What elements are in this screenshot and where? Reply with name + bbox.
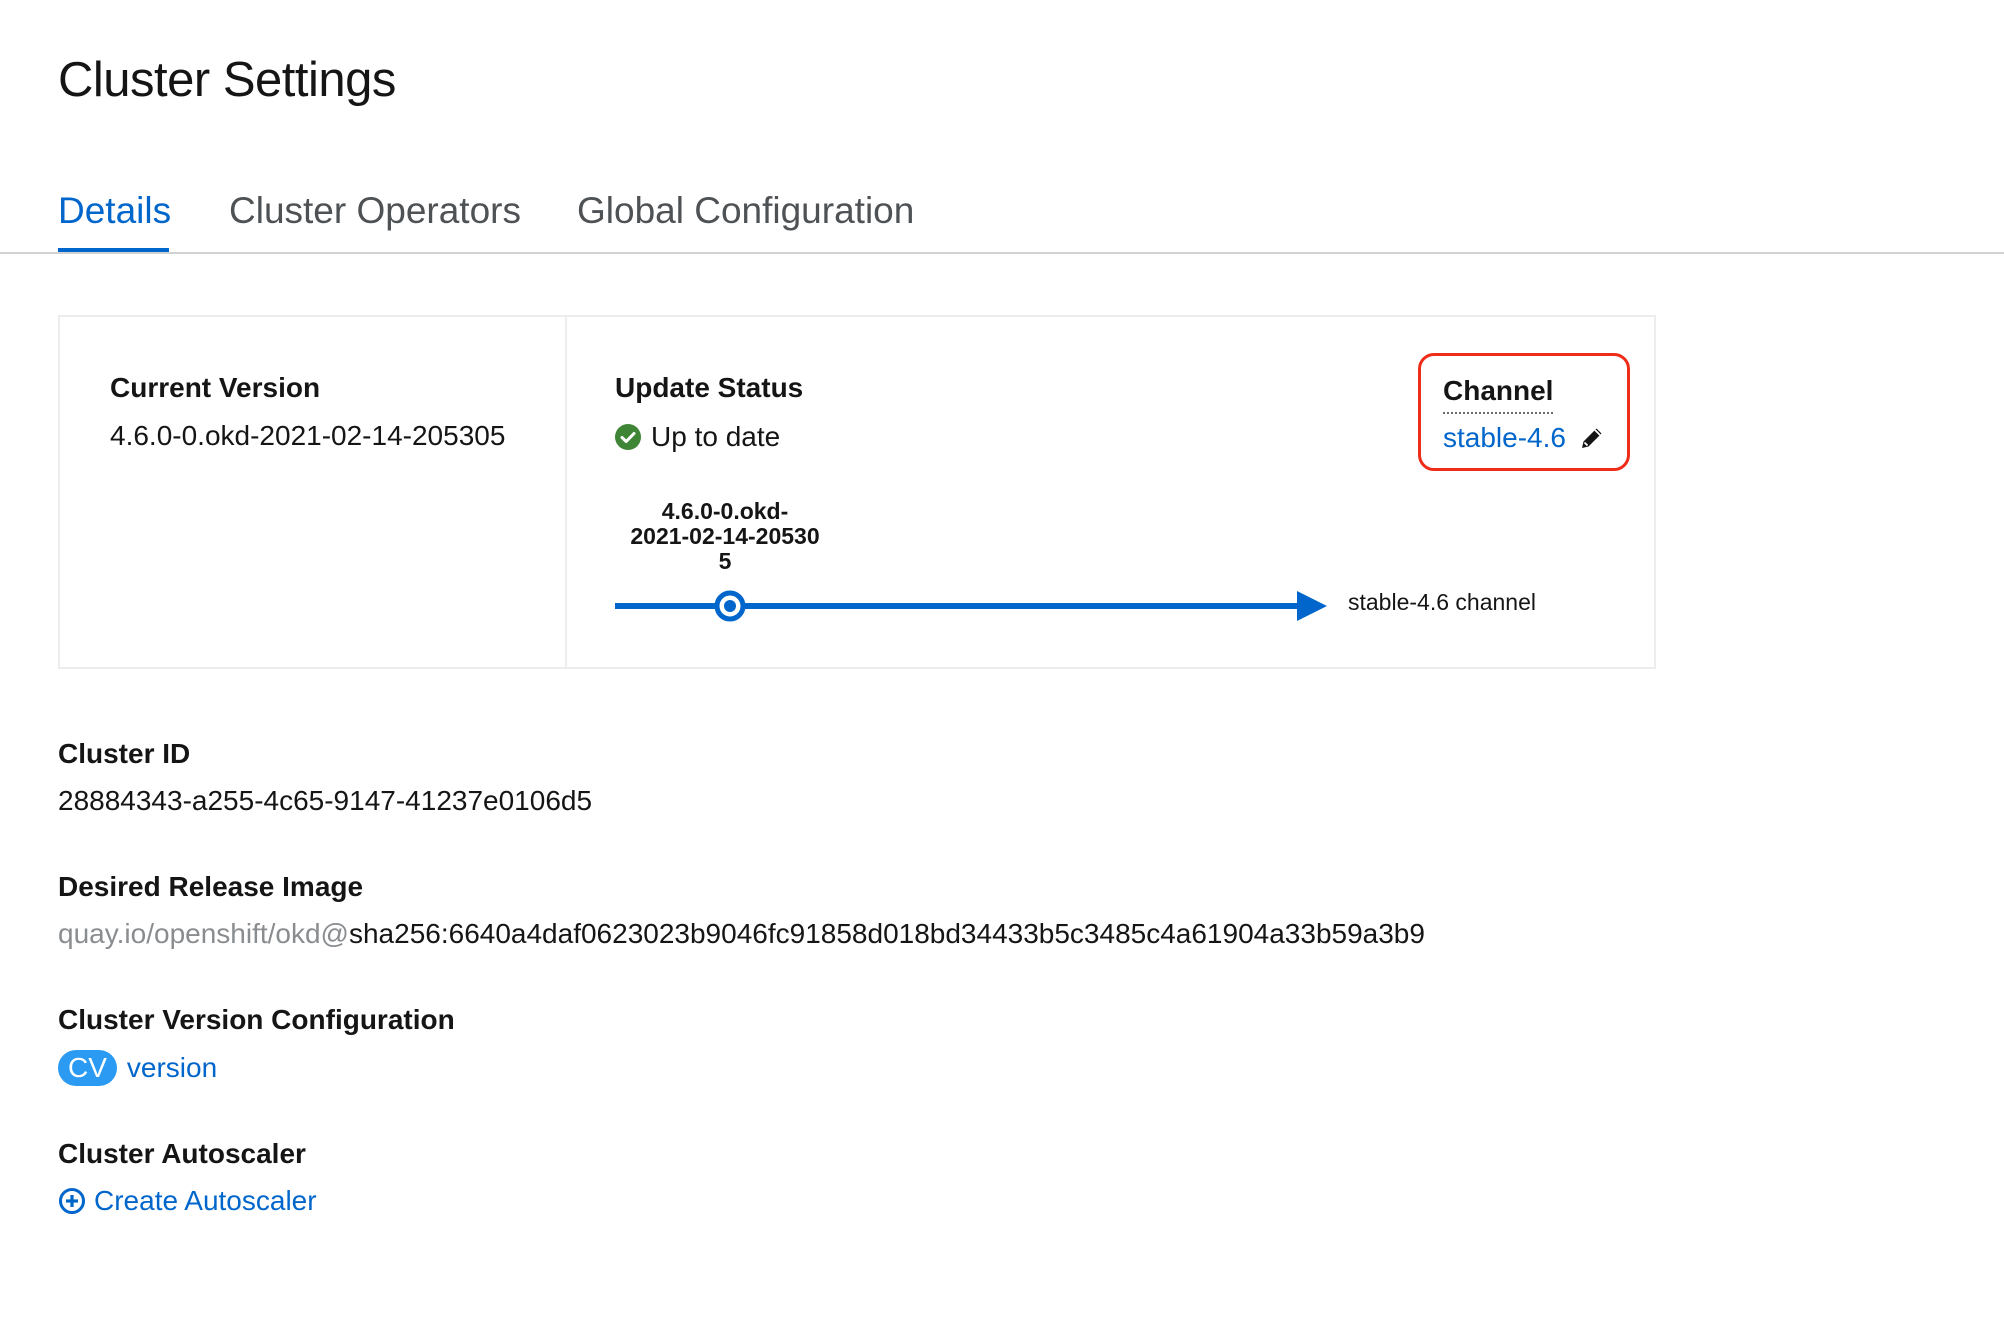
cv-config-label: Cluster Version Configuration: [58, 1004, 455, 1035]
plus-circle-icon: [59, 1188, 85, 1214]
tab-divider: [0, 252, 2004, 254]
release-image-value: quay.io/openshift/okd@sha256:6640a4daf06…: [58, 918, 1425, 950]
update-status-label: Update Status: [615, 372, 804, 403]
create-autoscaler-button[interactable]: Create Autoscaler: [58, 1185, 317, 1217]
pencil-icon: [1581, 428, 1602, 448]
channel-value: stable-4.6: [1443, 422, 1566, 453]
tab-bar: Details Cluster Operators Global Configu…: [0, 178, 2004, 254]
cluster-id-label: Cluster ID: [58, 738, 191, 769]
channel-label: Channel: [1443, 374, 1554, 414]
update-status: Up to date: [615, 421, 780, 453]
cluster-id-value: 28884343-a255-4c65-9147-41237e0106d5: [58, 785, 593, 816]
autoscaler-label: Cluster Autoscaler: [58, 1138, 306, 1169]
update-timeline: [615, 590, 1327, 622]
current-version-label: Current Version: [110, 372, 321, 403]
create-autoscaler-link[interactable]: Create Autoscaler: [94, 1185, 317, 1217]
release-image-digest: sha256:6640a4daf0623023b9046fc91858d018b…: [348, 918, 1425, 949]
card-column-divider: [565, 317, 567, 667]
page-title: Cluster Settings: [58, 53, 396, 107]
check-circle-icon: [615, 424, 641, 450]
tab-details[interactable]: Details: [58, 190, 171, 232]
cluster-settings-page: Cluster Settings Details Cluster Operato…: [0, 0, 2004, 1340]
cv-resource-badge: CV: [58, 1050, 117, 1086]
tab-cluster-operators[interactable]: Cluster Operators: [229, 190, 521, 232]
cv-version-link[interactable]: version: [127, 1052, 217, 1084]
cv-resource-link[interactable]: CV version: [58, 1050, 217, 1086]
update-status-value: Up to date: [651, 421, 781, 452]
version-summary-card: Current Version 4.6.0-0.okd-2021-02-14-2…: [58, 315, 1656, 669]
current-version-value: 4.6.0-0.okd-2021-02-14-205305: [110, 420, 506, 451]
channel-highlight-box: Channel stable-4.6: [1418, 353, 1630, 471]
timeline-arrowhead: [1297, 591, 1327, 621]
release-image-label: Desired Release Image: [58, 871, 364, 902]
timeline-channel-label: stable-4.6 channel: [1348, 589, 1536, 615]
channel-edit-button[interactable]: stable-4.6: [1443, 422, 1606, 454]
release-image-prefix: quay.io/openshift/okd@: [58, 918, 349, 949]
tab-global-configuration[interactable]: Global Configuration: [577, 190, 914, 232]
timeline-node-center: [724, 600, 736, 612]
